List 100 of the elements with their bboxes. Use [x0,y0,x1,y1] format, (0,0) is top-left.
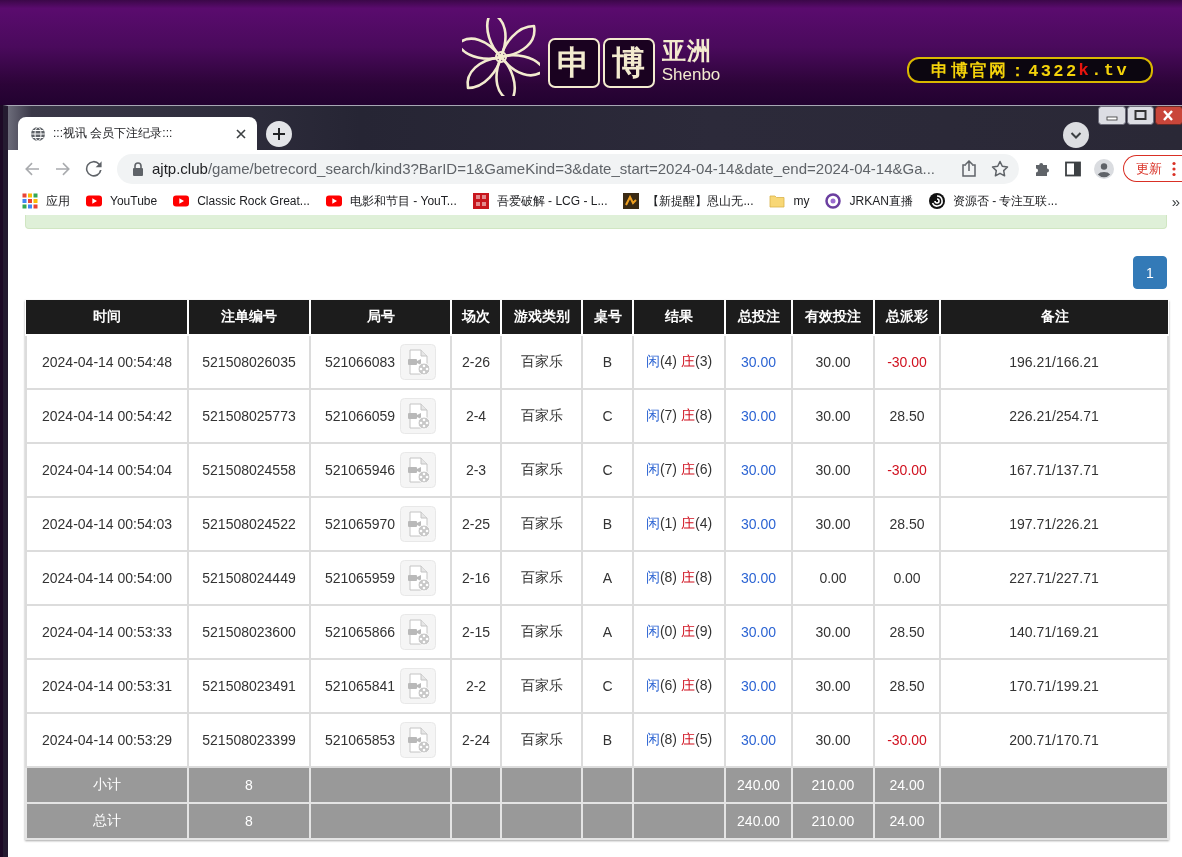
payout-amount: 28.50 [874,659,940,713]
column-header: 总派彩 [874,300,940,335]
total-bet: 30.00 [725,335,792,389]
browser-tab[interactable]: :::视讯 会员下注纪录::: [18,117,257,150]
logo-character: 博 [602,38,655,88]
balance-note: 227.71/227.71 [940,551,1168,605]
column-header: 时间 [26,300,188,335]
game-type: 百家乐 [501,605,582,659]
payout-amount: 28.50 [874,497,940,551]
table-letter: A [582,605,633,659]
table-letter: C [582,659,633,713]
shoe-round: 2-2 [451,659,501,713]
valid-bet: 30.00 [792,659,874,713]
bookmark-item[interactable]: YouTube [86,193,158,209]
total-bet: 30.00 [725,443,792,497]
shoe-round: 2-25 [451,497,501,551]
swirl-logo-icon [928,193,945,209]
bet-time: 2024-04-14 00:54:42 [26,389,188,443]
shoe-round: 2-16 [451,551,501,605]
logo-subtitle: 亚洲 [661,37,713,65]
play-button-icon [325,193,342,209]
shoe-round: 2-26 [451,335,501,389]
game-result: 闲(7) 庄(6) [633,443,725,497]
valid-bet: 210.00 [792,803,874,839]
chevron-down-icon[interactable] [1063,122,1089,148]
balance-note: 170.71/199.21 [940,659,1168,713]
total-bet: 30.00 [725,659,792,713]
mosaic-tile-icon [623,193,640,209]
star-icon[interactable] [991,159,1009,178]
bet-time: 2024-04-14 00:54:48 [26,335,188,389]
bet-time: 2024-04-14 00:53:33 [26,605,188,659]
bookmark-item[interactable]: my [769,193,810,209]
apps-grid-icon [22,193,38,209]
bet-time: 2024-04-14 00:54:03 [26,497,188,551]
balance-note: 167.71/137.71 [940,443,1168,497]
maximize-icon[interactable] [1127,106,1154,125]
bookmark-item[interactable]: Classic Rock Great... [173,193,310,209]
more-icon[interactable] [1172,160,1176,177]
valid-bet: 30.00 [792,335,874,389]
summary-label: 总计 [26,803,188,839]
close-icon[interactable] [235,127,247,140]
bet-number: 521508024558 [188,443,310,497]
valid-bet: 30.00 [792,605,874,659]
padlock-icon [132,161,144,176]
close-icon[interactable] [1155,106,1182,125]
column-header: 游戏类别 [501,300,582,335]
more-bookmarks-chevron[interactable]: » [1171,192,1180,210]
bookmark-item[interactable]: 应用 [22,192,70,210]
valid-bet: 30.00 [792,443,874,497]
globe-icon [30,125,46,142]
profile-icon[interactable] [1094,158,1114,179]
bet-number: 521508024522 [188,497,310,551]
plus-icon[interactable] [266,121,292,147]
table-letter: C [582,389,633,443]
share-icon[interactable] [960,159,978,178]
folder-icon [769,193,786,209]
round-number: 521065841 [324,678,396,694]
round-number: 521065866 [324,624,396,640]
play-button-icon [86,193,102,209]
page-number-button[interactable]: 1 [1133,256,1167,289]
bet-time: 2024-04-14 00:54:00 [26,551,188,605]
url-text: ajtp.club/game/betrecord_search/kind3?BarID=1&GameKind=3&date_start=2024-04-14&date_end=2024-04-14&Ga... [152,160,937,177]
bet-number: 521508023491 [188,659,310,713]
shoe-round: 2-3 [451,443,501,497]
payout-amount: 28.50 [874,389,940,443]
update-button[interactable]: 更新 [1123,155,1182,182]
total-bet: 240.00 [725,803,792,839]
valid-bet: 30.00 [792,389,874,443]
shoe-round: 2-4 [451,389,501,443]
game-type: 百家乐 [501,389,582,443]
column-header: 有效投注 [792,300,874,335]
balance-note: 197.71/226.21 [940,497,1168,551]
bookmark-item[interactable]: 【新提醒】恩山无... [623,192,754,210]
game-type: 百家乐 [501,551,582,605]
bookmark-item[interactable]: 资源否 - 专注互联... [928,192,1058,210]
table-letter: B [582,335,633,389]
site-url-badge: 申博官网：4322 k.tv [907,57,1153,83]
address-field[interactable]: ajtp.club/game/betrecord_search/kind3?BarID=1&GameKind=3&date_start=2024-04-14&date_end=2024-04-14&Ga... [117,153,1019,184]
shoe-round: 2-15 [451,605,501,659]
table-letter: C [582,443,633,497]
table-letter: B [582,497,633,551]
game-type: 百家乐 [501,335,582,389]
game-result: 闲(7) 庄(8) [633,389,725,443]
bookmark-item[interactable]: 电影和节目 - YouT... [325,192,457,210]
bookmark-item[interactable]: 吾爱破解 - LCG - L... [472,192,608,210]
round-number: 521065959 [324,570,396,586]
payout-amount: -30.00 [874,443,940,497]
game-type: 百家乐 [501,497,582,551]
column-header: 注单编号 [188,300,310,335]
minimize-icon[interactable] [1098,106,1126,125]
bookmark-item[interactable]: JRKAN直播 [825,192,913,210]
column-header: 备注 [940,300,1168,335]
logo-character: 申 [547,38,600,88]
game-result: 闲(0) 庄(9) [633,605,725,659]
game-type: 百家乐 [501,443,582,497]
bet-number: 521508023600 [188,605,310,659]
stamp-icon [472,193,489,209]
bet-number: 521508025773 [188,389,310,443]
payout-amount: 28.50 [874,605,940,659]
reload-icon[interactable] [84,158,104,179]
